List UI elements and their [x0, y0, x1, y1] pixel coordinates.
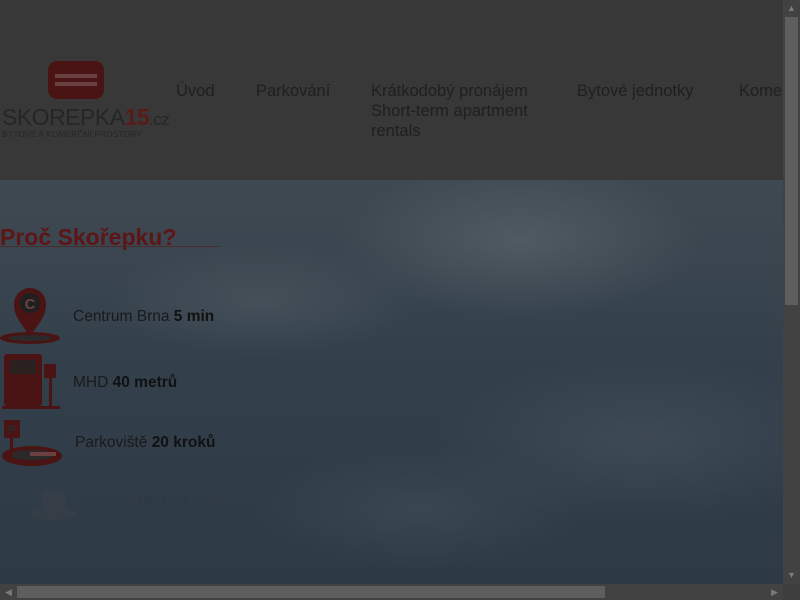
horizontal-scroll-thumb[interactable]	[17, 586, 605, 598]
public-transport-icon	[2, 354, 60, 409]
train-station-icon	[32, 490, 76, 520]
nav-item-short-term-rentals-2[interactable]: rentals	[371, 121, 421, 141]
scroll-up-icon[interactable]: ▲	[783, 0, 800, 17]
nav-item-uvod[interactable]: Úvod	[176, 81, 215, 101]
horizontal-scrollbar[interactable]: ◀ ▶	[0, 584, 783, 600]
logo-mark-icon	[48, 61, 104, 99]
feature-city-center-value: 5 min	[173, 308, 215, 325]
feature-public-transport-value: 40 metrů	[112, 374, 178, 391]
svg-text:C: C	[25, 296, 36, 313]
site-header: SKOREPKA15.cz BYTOVÉ A KOMERČNÍ PROSTORY…	[0, 0, 783, 180]
scrollbar-corner	[783, 584, 800, 600]
logo-tagline: BYTOVÉ A KOMERČNÍ PROSTORY	[2, 129, 142, 139]
logo-wordmark: SKOREPKA15.cz	[2, 104, 170, 130]
feature-train-station-text: Vlakové nádraží500 metrů	[84, 493, 224, 507]
logo-name-num: 15	[124, 104, 150, 130]
svg-text:P: P	[8, 423, 16, 437]
scroll-left-icon[interactable]: ◀	[0, 584, 17, 600]
feature-train-station-label: Vlakové nádraží	[84, 493, 171, 507]
feature-city-center-label: Centrum Brna	[73, 308, 170, 325]
site-logo[interactable]: SKOREPKA15.cz BYTOVÉ A KOMERČNÍ PROSTORY	[2, 58, 170, 140]
logo-name-main: SKOREPKA	[2, 104, 125, 130]
nav-item-short-term-rentals[interactable]: Short-term apartment	[371, 101, 528, 121]
feature-city-center: C Centrum Brna 5 min	[0, 286, 260, 346]
feature-parking-label: Parkoviště	[75, 434, 148, 451]
nav-item-bytove-jednotky[interactable]: Bytové jednotky	[577, 81, 693, 101]
vertical-scrollbar[interactable]: ▲ ▼	[783, 0, 800, 584]
logo-name-tld: .cz	[149, 110, 170, 129]
city-center-pin-icon: C	[0, 288, 60, 344]
feature-public-transport-text: MHD 40 metrů	[73, 374, 177, 392]
feature-parking-text: Parkoviště 20 kroků	[75, 434, 215, 452]
why-heading-underline	[0, 246, 220, 247]
feature-parking: P Parkoviště 20 kroků	[0, 418, 260, 478]
scroll-right-icon[interactable]: ▶	[766, 584, 783, 600]
scroll-down-icon[interactable]: ▼	[783, 567, 800, 584]
feature-parking-value: 20 kroků	[151, 434, 216, 451]
parking-icon: P	[2, 420, 62, 466]
nav-item-komercni[interactable]: Kome	[739, 81, 782, 101]
nav-item-parkovani[interactable]: Parkování	[256, 81, 330, 101]
feature-train-station-value: 500 metrů	[170, 493, 225, 507]
feature-public-transport-label: MHD	[73, 374, 109, 391]
vertical-scroll-thumb[interactable]	[785, 17, 798, 305]
feature-city-center-text: Centrum Brna 5 min	[73, 308, 214, 326]
feature-train-station: Vlakové nádraží500 metrů	[0, 480, 260, 540]
feature-public-transport: MHD 40 metrů	[0, 352, 260, 412]
nav-item-kratkodoby-pronajem[interactable]: Krátkodobý pronájem	[371, 81, 528, 101]
